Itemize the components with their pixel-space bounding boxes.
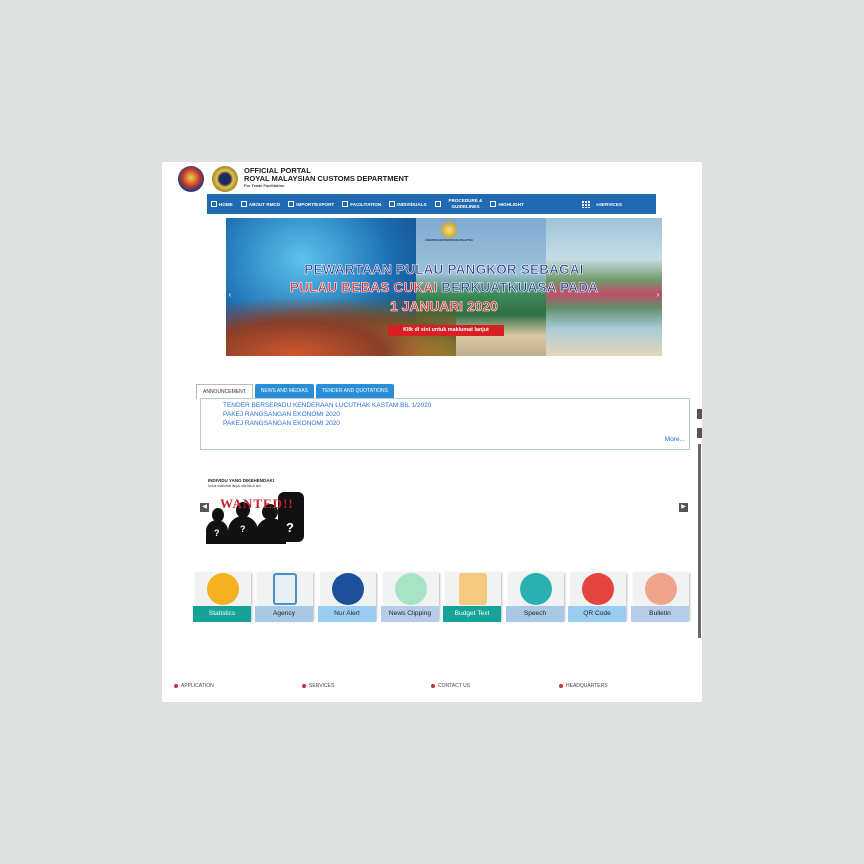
nav-individuals[interactable]: INDIVIDUALS xyxy=(385,194,430,214)
quicklink-label: Statistics xyxy=(193,606,251,622)
grid-icon xyxy=(582,200,592,208)
announcement-panel: TENDER BERSEPADU KENDERAAN LUCUTHAK KAST… xyxy=(200,398,690,450)
footer-application[interactable]: APPLICATION xyxy=(174,683,214,689)
quicklink-label: Agency xyxy=(255,606,313,622)
wanted-prev-arrow-icon[interactable]: ◀ xyxy=(200,503,209,512)
banner-more-info-button[interactable]: Klik di sini untuk maklumat lanjut xyxy=(388,325,504,336)
quicklink-label: QR Code xyxy=(568,606,626,622)
quicklink-label: News Clipping xyxy=(381,606,439,622)
banner-customs-logo xyxy=(441,222,457,238)
wanted-next-arrow-icon[interactable]: ▶ xyxy=(679,503,688,512)
footer-contact-us[interactable]: CONTACT US xyxy=(431,683,470,689)
side-widget-tab[interactable] xyxy=(697,428,702,438)
nav-facilitation[interactable]: FACILITATION xyxy=(338,194,385,214)
tab-news-and-medias[interactable]: NEWS AND MEDIAS xyxy=(254,384,315,398)
footer-headquarters[interactable]: HEADQUARTERS xyxy=(559,683,608,689)
news-tabs: ANNOUNCEMENT NEWS AND MEDIAS TENDER AND … xyxy=(196,384,396,399)
more-link[interactable]: More... xyxy=(665,436,685,443)
nav-home[interactable]: HOME xyxy=(207,194,237,214)
bullet-icon xyxy=(431,684,435,688)
quicklink-budget-text[interactable]: Budget Text xyxy=(443,572,503,627)
nav-about-rmcd[interactable]: ABOUT RMCD xyxy=(237,194,284,214)
customs-department-logo xyxy=(212,166,238,192)
side-widget-tab[interactable] xyxy=(697,409,702,419)
wanted-title: INDIVIDU YANG DIKEHENDAKI xyxy=(208,478,275,483)
building-icon xyxy=(273,573,297,605)
announcement-link[interactable]: PAKEJ RANGSANGAN EKONOMI 2020 xyxy=(223,420,340,427)
quicklink-agency[interactable]: Agency xyxy=(255,572,315,627)
tab-announcement[interactable]: ANNOUNCEMENT xyxy=(196,384,253,399)
nav-highlight[interactable]: HIGHLIGHT xyxy=(486,194,527,214)
quicklink-label: Bulletin xyxy=(631,606,689,622)
banner-logo-text: JABATAN KASTAM DIRAJA MALAYSIA xyxy=(425,239,473,242)
home-icon xyxy=(211,201,217,207)
banner-slider[interactable]: JABATAN KASTAM DIRAJA MALAYSIA PEWARTAAN… xyxy=(226,218,662,356)
announcement-link[interactable]: TENDER BERSEPADU KENDERAAN LUCUTHAK KAST… xyxy=(223,402,431,409)
highlight-icon xyxy=(490,201,497,207)
wanted-word: WANTED!! xyxy=(220,496,294,511)
list-icon xyxy=(288,201,295,207)
side-scroll-strip[interactable] xyxy=(698,444,701,638)
wanted-subtitle[interactable]: Untuk maklumat lanjut, sila klik di sini… xyxy=(208,484,262,488)
bulletin-icon xyxy=(645,573,677,605)
quicklink-bulletin[interactable]: Bulletin xyxy=(631,572,691,627)
quicklink-label: Nur Alert xyxy=(318,606,376,622)
quicklink-news-clipping[interactable]: News Clipping xyxy=(381,572,441,627)
budget-icon xyxy=(459,573,487,605)
qr-code-icon xyxy=(582,573,614,605)
quicklink-qr-code[interactable]: QR Code xyxy=(568,572,628,627)
banner-headline-2: PULAU BEBAS CUKAI BERKUATKUASA PADA xyxy=(289,280,599,296)
tab-tender-and-quotations[interactable]: TENDER AND QUOTATIONS xyxy=(316,384,394,398)
announcement-link[interactable]: PAKEJ RANGSANGAN EKONOMI 2020 xyxy=(223,411,340,418)
quicklink-nur-alert[interactable]: Nur Alert xyxy=(318,572,378,627)
banner-next-arrow-icon[interactable]: › xyxy=(654,290,662,300)
quicklink-speech[interactable]: Speech xyxy=(506,572,566,627)
bullet-icon xyxy=(559,684,563,688)
portal-page: OFFICIAL PORTAL ROYAL MALAYSIAN CUSTOMS … xyxy=(162,162,702,702)
truck-icon xyxy=(342,201,349,207)
site-tagline: For Trade Facilitation xyxy=(244,183,285,188)
nav-import-export[interactable]: IMPORT/EXPORT xyxy=(284,194,338,214)
bullet-icon xyxy=(302,684,306,688)
alert-icon xyxy=(332,573,364,605)
bullet-icon xyxy=(174,684,178,688)
book-icon xyxy=(434,201,441,207)
main-navigation: HOME ABOUT RMCD IMPORT/EXPORT FACILITATI… xyxy=(207,194,656,214)
nav-eservices[interactable]: eSERVICES xyxy=(578,194,626,214)
statistics-icon xyxy=(207,573,239,605)
person-icon xyxy=(240,201,247,207)
car-icon xyxy=(389,201,396,207)
site-title[interactable]: OFFICIAL PORTAL ROYAL MALAYSIAN CUSTOMS … xyxy=(244,167,408,183)
quicklink-label: Budget Text xyxy=(443,606,501,622)
banner-headline-1: PEWARTAAN PULAU PANGKOR SEBAGAI xyxy=(304,262,584,278)
banner-headline-3: 1 JANUARI 2020 xyxy=(390,299,498,315)
quicklink-statistics[interactable]: Statistics xyxy=(193,572,253,627)
footer-services[interactable]: SERVICES xyxy=(302,683,334,689)
nav-procedure-guidelines[interactable]: PROCEDURE & GUIDELINES xyxy=(431,194,487,214)
banner-prev-arrow-icon[interactable]: ‹ xyxy=(226,290,234,300)
wanted-persons-image[interactable]: WANTED!! ? ? ? xyxy=(206,490,306,544)
quicklink-label: Speech xyxy=(506,606,564,622)
speech-icon xyxy=(520,573,552,605)
news-icon xyxy=(395,573,427,605)
malaysia-coat-of-arms-logo xyxy=(178,166,204,192)
